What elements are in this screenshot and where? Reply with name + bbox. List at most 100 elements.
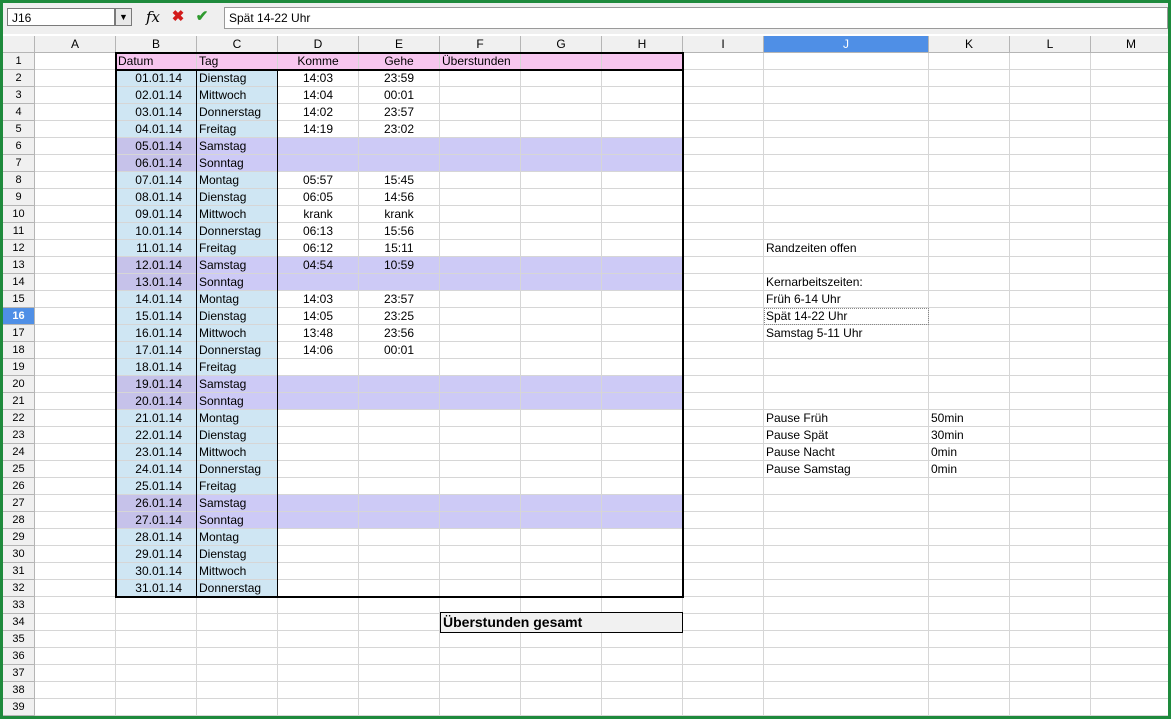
entry-komme[interactable]: 14:03 [278, 291, 359, 308]
cell-A36[interactable] [35, 648, 116, 665]
entry-komme[interactable] [278, 274, 359, 291]
entry-gehe[interactable]: 15:56 [359, 223, 440, 240]
cell-F32[interactable] [440, 580, 521, 597]
row-header-34[interactable]: 34 [3, 614, 35, 631]
entry-date[interactable]: 09.01.14 [116, 206, 197, 223]
entry-date[interactable]: 29.01.14 [116, 546, 197, 563]
cell-F10[interactable] [440, 206, 521, 223]
cell-H12[interactable] [602, 240, 683, 257]
cell-M15[interactable] [1091, 291, 1168, 308]
row-header-28[interactable]: 28 [3, 512, 35, 529]
cell-A7[interactable] [35, 155, 116, 172]
cell-M30[interactable] [1091, 546, 1168, 563]
entry-day[interactable]: Montag [197, 291, 278, 308]
cell-L30[interactable] [1010, 546, 1091, 563]
cell-I26[interactable] [683, 478, 764, 495]
cell-A9[interactable] [35, 189, 116, 206]
cell-H31[interactable] [602, 563, 683, 580]
cell-I5[interactable] [683, 121, 764, 138]
entry-komme[interactable] [278, 580, 359, 597]
cell-E38[interactable] [359, 682, 440, 699]
cell-D39[interactable] [278, 699, 359, 716]
cell-A5[interactable] [35, 121, 116, 138]
cell-F38[interactable] [440, 682, 521, 699]
cell-M11[interactable] [1091, 223, 1168, 240]
cell-K3[interactable] [929, 87, 1010, 104]
cell-M16[interactable] [1091, 308, 1168, 325]
entry-komme[interactable]: 04:54 [278, 257, 359, 274]
cell-M5[interactable] [1091, 121, 1168, 138]
entry-day[interactable]: Sonntag [197, 274, 278, 291]
cell-J3[interactable] [764, 87, 929, 104]
cell-G3[interactable] [521, 87, 602, 104]
cell-G26[interactable] [521, 478, 602, 495]
cell-I24[interactable] [683, 444, 764, 461]
cell-G32[interactable] [521, 580, 602, 597]
row-header-29[interactable]: 29 [3, 529, 35, 546]
entry-date[interactable]: 30.01.14 [116, 563, 197, 580]
cell-H23[interactable] [602, 427, 683, 444]
cell-H35[interactable] [602, 631, 683, 648]
pause-label[interactable]: Pause Samstag [764, 461, 929, 478]
cell-G39[interactable] [521, 699, 602, 716]
cell-G4[interactable] [521, 104, 602, 121]
cell-H3[interactable] [602, 87, 683, 104]
cell-A38[interactable] [35, 682, 116, 699]
cell-F35[interactable] [440, 631, 521, 648]
cell-F39[interactable] [440, 699, 521, 716]
entry-gehe[interactable]: 23:57 [359, 291, 440, 308]
entry-gehe[interactable]: 00:01 [359, 342, 440, 359]
cell-G18[interactable] [521, 342, 602, 359]
cell-H36[interactable] [602, 648, 683, 665]
cell-B38[interactable] [116, 682, 197, 699]
row-header-38[interactable]: 38 [3, 682, 35, 699]
cell-M32[interactable] [1091, 580, 1168, 597]
cell-I16[interactable] [683, 308, 764, 325]
entry-date[interactable]: 03.01.14 [116, 104, 197, 121]
entry-date[interactable]: 16.01.14 [116, 325, 197, 342]
cell-L26[interactable] [1010, 478, 1091, 495]
cell-F5[interactable] [440, 121, 521, 138]
cell-M12[interactable] [1091, 240, 1168, 257]
cell-I12[interactable] [683, 240, 764, 257]
cell-H14[interactable] [602, 274, 683, 291]
cell-F9[interactable] [440, 189, 521, 206]
header-komme[interactable]: Komme [278, 53, 359, 70]
cell-J27[interactable] [764, 495, 929, 512]
cell-M25[interactable] [1091, 461, 1168, 478]
cell-A21[interactable] [35, 393, 116, 410]
cell-G30[interactable] [521, 546, 602, 563]
function-wizard-icon[interactable]: 𝑓x [143, 7, 163, 27]
entry-day[interactable]: Mittwoch [197, 325, 278, 342]
cell-G15[interactable] [521, 291, 602, 308]
cell-H29[interactable] [602, 529, 683, 546]
cell-L24[interactable] [1010, 444, 1091, 461]
entry-gehe[interactable] [359, 376, 440, 393]
entry-gehe[interactable] [359, 155, 440, 172]
entry-komme[interactable] [278, 393, 359, 410]
cell-J18[interactable] [764, 342, 929, 359]
cell-F20[interactable] [440, 376, 521, 393]
name-box[interactable]: J16 [7, 8, 115, 26]
entry-komme[interactable] [278, 138, 359, 155]
row-header-1[interactable]: 1 [3, 53, 35, 70]
entry-gehe[interactable]: 14:56 [359, 189, 440, 206]
column-header-K[interactable]: K [929, 36, 1010, 53]
column-header-A[interactable]: A [35, 36, 116, 53]
row-header-3[interactable]: 3 [3, 87, 35, 104]
row-header-23[interactable]: 23 [3, 427, 35, 444]
entry-gehe[interactable] [359, 546, 440, 563]
cell-J31[interactable] [764, 563, 929, 580]
cell-G10[interactable] [521, 206, 602, 223]
cell-L22[interactable] [1010, 410, 1091, 427]
cell-J33[interactable] [764, 597, 929, 614]
row-header-6[interactable]: 6 [3, 138, 35, 155]
cell-K35[interactable] [929, 631, 1010, 648]
cell-G19[interactable] [521, 359, 602, 376]
cell-A14[interactable] [35, 274, 116, 291]
cell-F7[interactable] [440, 155, 521, 172]
cell-A1[interactable] [35, 53, 116, 70]
cell-K15[interactable] [929, 291, 1010, 308]
cell-A31[interactable] [35, 563, 116, 580]
cell-G23[interactable] [521, 427, 602, 444]
